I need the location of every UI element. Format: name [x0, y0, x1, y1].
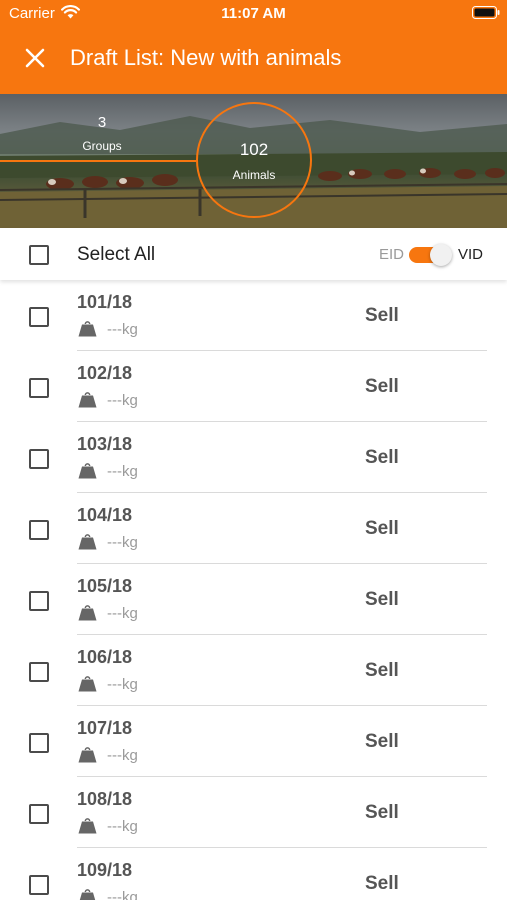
weight-value: ---kg	[107, 392, 138, 409]
summary-banner: 3 Groups 102 Animals	[0, 94, 507, 228]
status-time: 11:07 AM	[221, 5, 286, 22]
animals-count: 102	[239, 140, 269, 159]
eid-vid-toggle[interactable]	[409, 244, 453, 266]
list-item[interactable]: 105/18 ---kg Sell	[0, 564, 507, 635]
weight-value: ---kg	[107, 747, 138, 764]
weight-icon	[79, 889, 96, 900]
groups-count: 3	[97, 114, 107, 131]
select-all-bar: Select All EID VID	[0, 228, 507, 280]
list-item[interactable]: 108/18 ---kg Sell	[0, 777, 507, 848]
row-checkbox[interactable]	[29, 520, 49, 540]
battery-icon	[472, 6, 500, 19]
row-checkbox[interactable]	[29, 733, 49, 753]
weight-icon	[78, 605, 97, 621]
animal-id: 108/18	[77, 789, 133, 809]
row-checkbox[interactable]	[29, 449, 49, 469]
weight-value: ---kg	[107, 889, 138, 900]
weight-value: ---kg	[107, 463, 138, 480]
sell-action[interactable]: Sell	[365, 518, 399, 540]
eid-label: EID	[379, 246, 405, 263]
row-checkbox[interactable]	[29, 804, 49, 824]
status-bar: Carrier 11:07 AM	[0, 0, 507, 28]
weight-value: ---kg	[107, 534, 138, 551]
sell-action[interactable]: Sell	[365, 731, 399, 753]
animal-id: 104/18	[77, 505, 133, 525]
groups-stat[interactable]: 3 Groups	[62, 114, 142, 153]
row-checkbox[interactable]	[29, 875, 49, 895]
row-checkbox[interactable]	[29, 378, 49, 398]
list-item[interactable]: 102/18 ---kg Sell	[0, 351, 507, 422]
sell-action[interactable]: Sell	[365, 589, 399, 611]
select-all-label: Select All	[77, 244, 156, 265]
list-item[interactable]: 107/18 ---kg Sell	[0, 706, 507, 777]
row-checkbox[interactable]	[29, 662, 49, 682]
row-checkbox[interactable]	[29, 591, 49, 611]
weight-icon	[78, 392, 97, 408]
animal-id: 107/18	[77, 718, 133, 738]
weight-icon	[78, 818, 97, 834]
vid-label: VID	[458, 246, 484, 263]
close-icon[interactable]	[24, 47, 46, 69]
list-item[interactable]: 104/18 ---kg Sell	[0, 493, 507, 564]
sell-action[interactable]: Sell	[365, 873, 399, 895]
weight-value: ---kg	[107, 321, 138, 338]
animal-id: 101/18	[77, 292, 133, 312]
page-title: Draft List: New with animals	[70, 45, 342, 70]
list-item[interactable]: 101/18 ---kg Sell	[0, 280, 507, 351]
weight-icon	[78, 747, 97, 763]
app-header: Carrier 11:07 AM Draft List: New with an…	[0, 0, 507, 94]
list-item[interactable]: 103/18 ---kg Sell	[0, 422, 507, 493]
select-all-checkbox[interactable]	[29, 245, 49, 265]
stat-connector	[0, 160, 196, 162]
animals-stat[interactable]: 102 Animals	[196, 102, 312, 218]
weight-icon	[78, 676, 97, 692]
weight-icon	[78, 534, 97, 550]
animal-id: 106/18	[77, 647, 133, 667]
sell-action[interactable]: Sell	[365, 305, 399, 327]
weight-value: ---kg	[107, 818, 138, 835]
list-item[interactable]: 109/18 ---kg Sell	[0, 848, 507, 900]
list-item[interactable]: 106/18 ---kg Sell	[0, 635, 507, 706]
animal-id: 102/18	[77, 363, 133, 383]
weight-icon	[78, 321, 97, 337]
weight-value: ---kg	[107, 605, 138, 622]
groups-label: Groups	[82, 139, 122, 153]
animal-id: 109/18	[77, 860, 133, 880]
weight-icon	[78, 463, 97, 479]
sell-action[interactable]: Sell	[365, 802, 399, 824]
toggle-knob	[430, 244, 452, 266]
sell-action[interactable]: Sell	[365, 447, 399, 469]
animal-list[interactable]: 101/18 ---kg Sell 102/18 ---kg Sell 103/…	[0, 280, 507, 900]
sell-action[interactable]: Sell	[365, 376, 399, 398]
sell-action[interactable]: Sell	[365, 660, 399, 682]
animals-label: Animals	[232, 168, 276, 182]
animal-id: 103/18	[77, 434, 133, 454]
row-checkbox[interactable]	[29, 307, 49, 327]
animal-id: 105/18	[77, 576, 133, 596]
weight-value: ---kg	[107, 676, 138, 693]
